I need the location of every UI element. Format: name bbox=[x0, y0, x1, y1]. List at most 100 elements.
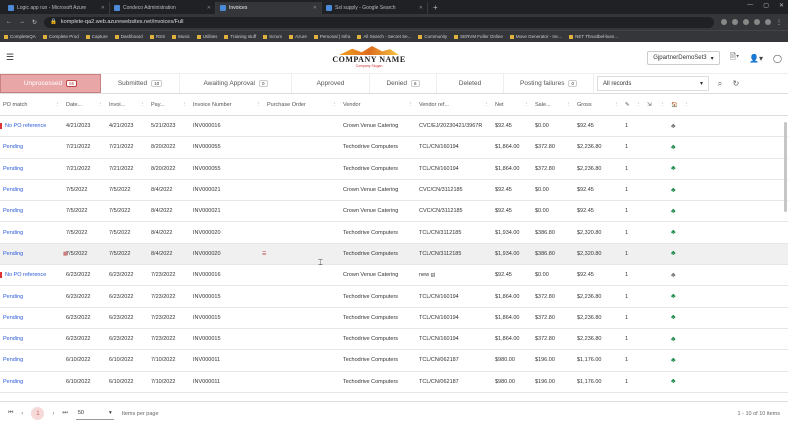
column-menu-icon[interactable]: ⋮ bbox=[55, 102, 61, 108]
column-header[interactable]: Date... ⋮ bbox=[63, 102, 106, 108]
table-cell[interactable]: Pending bbox=[0, 294, 63, 300]
account-icon[interactable]: ◯ bbox=[773, 54, 782, 63]
bookmark-item[interactable]: Dashboard bbox=[115, 34, 143, 39]
bookmark-item[interactable]: Community bbox=[418, 34, 447, 39]
status-leaf-icon[interactable]: ♣ bbox=[671, 165, 676, 172]
vertical-scrollbar[interactable] bbox=[784, 122, 787, 212]
status-leaf-icon[interactable]: ♣ bbox=[671, 208, 676, 215]
bookmark-item[interactable]: Complete Prod bbox=[43, 34, 79, 39]
bookmark-item[interactable]: Capture bbox=[86, 34, 108, 39]
status-leaf-icon[interactable]: ♣ bbox=[671, 250, 676, 257]
table-row[interactable]: Pending 6/23/2022 6/23/2022 7/23/2022 INV000… bbox=[0, 329, 788, 351]
table-row[interactable]: Pending 7/5/2022 7/5/2022 8/4/2022 INV000021… bbox=[0, 201, 788, 223]
column-menu-icon[interactable]: ⋮ bbox=[182, 102, 188, 108]
table-cell[interactable]: Pending bbox=[0, 357, 63, 363]
bookmark-item[interactable]: Training stuff bbox=[224, 34, 256, 39]
column-header[interactable]: Invoice Number ⋮ bbox=[190, 102, 264, 108]
status-leaf-icon[interactable]: ♣ bbox=[671, 229, 676, 236]
table-row[interactable]: No PO reference 4/21/2023 4/21/2023 5/21/20… bbox=[0, 116, 788, 138]
column-header[interactable]: Gross ⋮ bbox=[574, 102, 622, 108]
refresh-icon[interactable]: ↻ bbox=[728, 74, 744, 93]
extension-icon[interactable] bbox=[754, 18, 760, 25]
minimize-icon[interactable]: — bbox=[747, 2, 753, 9]
column-header[interactable]: ✎ ⋮ bbox=[622, 102, 644, 108]
column-header[interactable]: Pay... ⋮ bbox=[148, 102, 190, 108]
menu-icon[interactable]: ⋮ bbox=[776, 19, 782, 26]
column-menu-icon[interactable]: ⋮ bbox=[140, 102, 146, 108]
export-document-icon[interactable]: 🗎▾ bbox=[730, 51, 739, 65]
status-leaf-icon[interactable]: ♣ bbox=[671, 357, 676, 364]
status-leaf-icon[interactable]: ♣ bbox=[671, 272, 676, 279]
search-icon[interactable]: ⌕ bbox=[712, 74, 728, 93]
status-leaf-icon[interactable]: ♣ bbox=[671, 378, 676, 385]
bookmark-item[interactable]: Music bbox=[172, 34, 190, 39]
column-header[interactable]: Invoi... ⋮ bbox=[106, 102, 148, 108]
reload-icon[interactable]: ↻ bbox=[32, 19, 37, 26]
column-header[interactable]: Vendor ref... ⋮ bbox=[416, 102, 492, 108]
forward-icon[interactable]: → bbox=[19, 19, 25, 25]
bookmark-item[interactable]: CompleteQA bbox=[4, 34, 36, 39]
browser-tab[interactable]: Invoices ✕ bbox=[216, 2, 322, 14]
table-row[interactable]: Pending 6/10/2022 6/10/2022 7/10/2022 INV000… bbox=[0, 350, 788, 372]
table-row[interactable]: Pending 7/5/2022 7/5/2022 8/4/2022 INV000020… bbox=[0, 243, 788, 266]
bookmark-item[interactable]: RSS bbox=[150, 34, 165, 39]
bookmark-item[interactable]: Scrum bbox=[263, 34, 282, 39]
column-header[interactable]: 🏠 ⋮ bbox=[668, 102, 692, 108]
close-window-icon[interactable]: ✕ bbox=[779, 2, 784, 9]
bookmark-item[interactable]: NET Thrustbel-bum... bbox=[569, 34, 618, 39]
table-cell[interactable]: Pending bbox=[0, 251, 63, 257]
status-leaf-icon[interactable]: ♣ bbox=[671, 144, 676, 151]
column-menu-icon[interactable]: ⋮ bbox=[684, 102, 690, 108]
tab-posting-failures[interactable]: Posting failures 0 bbox=[504, 74, 594, 93]
next-page-icon[interactable]: › bbox=[52, 411, 54, 417]
table-cell[interactable]: Pending bbox=[0, 336, 63, 342]
browser-tab[interactable]: Condeco Administration ✕ bbox=[110, 2, 216, 14]
new-tab-button[interactable]: + bbox=[433, 3, 438, 12]
extension-icon[interactable] bbox=[743, 18, 749, 25]
prev-page-icon[interactable]: ‹ bbox=[21, 411, 23, 417]
tab-unprocessed[interactable]: Unprocessed 55 bbox=[0, 74, 101, 93]
table-cell[interactable]: Pending bbox=[0, 187, 63, 193]
column-header[interactable]: Sale... ⋮ bbox=[532, 102, 574, 108]
current-page[interactable]: 1 bbox=[31, 407, 45, 420]
table-row[interactable]: Pending 7/5/2022 7/5/2022 8/4/2022 INV000021… bbox=[0, 180, 788, 202]
partner-select[interactable]: GjpartnerDemoSet3 ▾ bbox=[647, 51, 720, 65]
table-cell[interactable]: Pending bbox=[0, 379, 63, 385]
column-menu-icon[interactable]: ⋮ bbox=[408, 102, 414, 108]
user-settings-icon[interactable]: 👤▾ bbox=[749, 54, 763, 63]
column-header[interactable]: Net ⋮ bbox=[492, 102, 532, 108]
items-per-page-select[interactable]: 50 ▾ bbox=[75, 407, 114, 420]
bookmark-item[interactable]: All Search - Secret Se... bbox=[357, 34, 411, 39]
row-action-icons[interactable]: ▦ bbox=[63, 251, 68, 257]
column-menu-icon[interactable]: ⋮ bbox=[636, 102, 642, 108]
status-leaf-icon[interactable]: ♣ bbox=[671, 123, 676, 130]
close-tab-icon[interactable]: ✕ bbox=[101, 5, 105, 11]
column-menu-icon[interactable]: ⋮ bbox=[660, 102, 666, 108]
table-cell[interactable]: No PO reference bbox=[0, 272, 63, 279]
maximize-icon[interactable]: ▢ bbox=[763, 2, 769, 9]
column-menu-icon[interactable]: ⋮ bbox=[256, 102, 262, 108]
table-row[interactable]: Pending 6/10/2022 6/10/2022 7/10/2022 INV000… bbox=[0, 372, 788, 393]
hamburger-menu-icon[interactable]: ☰ bbox=[6, 52, 14, 63]
tab-denied[interactable]: Denied 6 bbox=[370, 74, 437, 93]
tab-approved[interactable]: Approved bbox=[292, 74, 370, 93]
tab-submitted[interactable]: Submitted 10 bbox=[101, 74, 180, 93]
browser-tab[interactable]: Ssl supply - Google Search ✕ bbox=[322, 2, 428, 14]
table-cell[interactable]: No PO reference bbox=[0, 123, 63, 130]
bookmark-item[interactable]: SERVM Fuller Online bbox=[454, 34, 503, 39]
table-row[interactable]: Pending 6/23/2022 6/23/2022 7/23/2022 INV000… bbox=[0, 286, 788, 308]
table-cell[interactable]: Pending bbox=[0, 208, 63, 214]
calendar-icon[interactable]: ▦ bbox=[63, 251, 68, 257]
table-row[interactable]: Pending 7/5/2022 7/5/2022 8/4/2022 INV000020… bbox=[0, 222, 788, 244]
column-header[interactable]: ⇲ ⋮ bbox=[644, 102, 668, 108]
status-leaf-icon[interactable]: ♣ bbox=[671, 293, 676, 300]
bookmark-item[interactable]: Personal | Infra bbox=[314, 34, 350, 39]
table-row[interactable]: No PO reference 6/23/2022 6/23/2022 7/23/20… bbox=[0, 265, 788, 287]
status-leaf-icon[interactable]: ♣ bbox=[671, 336, 676, 343]
table-row[interactable]: Pending 7/21/2022 7/21/2022 8/20/2022 INV000… bbox=[0, 137, 788, 159]
close-tab-icon[interactable]: ✕ bbox=[313, 5, 317, 11]
column-menu-icon[interactable]: ⋮ bbox=[98, 102, 104, 108]
table-cell[interactable]: Pending bbox=[0, 144, 63, 150]
first-page-icon[interactable]: ⏮ bbox=[8, 410, 13, 417]
table-row[interactable]: Pending 6/23/2022 6/23/2022 7/23/2022 INV000… bbox=[0, 308, 788, 329]
